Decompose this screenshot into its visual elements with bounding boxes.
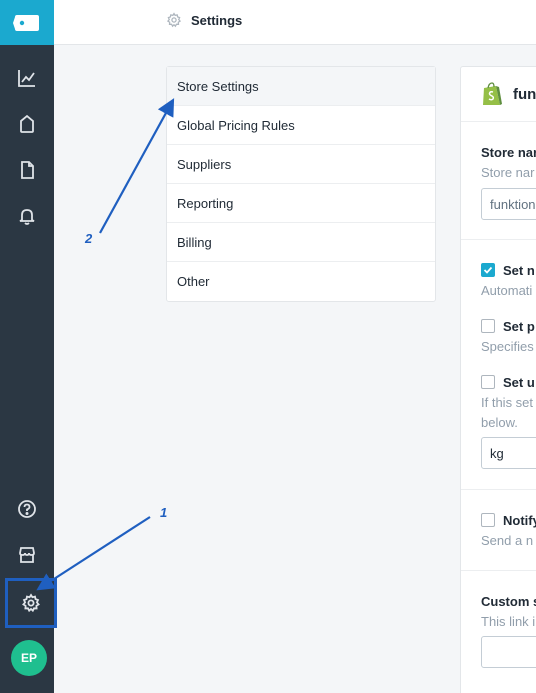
option-1-checkbox[interactable] bbox=[481, 263, 495, 277]
gear-icon bbox=[22, 593, 40, 613]
settings-menu: Store Settings Global Pricing Rules Supp… bbox=[166, 66, 436, 302]
annotation-number-2: 2 bbox=[85, 231, 93, 246]
nav-analytics[interactable] bbox=[0, 60, 54, 96]
bell-icon bbox=[19, 209, 35, 225]
store-name-label: Store nar bbox=[481, 145, 536, 160]
custom-label: Custom s bbox=[481, 594, 536, 609]
panel-header: fun bbox=[461, 67, 536, 122]
avatar[interactable]: EP bbox=[11, 640, 47, 676]
check-icon bbox=[483, 266, 493, 274]
custom-input[interactable] bbox=[481, 636, 536, 668]
menu-item-reporting[interactable]: Reporting bbox=[167, 184, 435, 223]
store-icon bbox=[19, 547, 35, 563]
nav-notifications[interactable] bbox=[0, 198, 54, 234]
option-3-help: If this set bbox=[481, 395, 534, 410]
option-3-label: Set u bbox=[503, 375, 535, 390]
analytics-chart-icon bbox=[18, 70, 35, 87]
menu-item-global-pricing-rules[interactable]: Global Pricing Rules bbox=[167, 106, 435, 145]
page-title: Settings bbox=[191, 13, 243, 28]
nav-store[interactable] bbox=[0, 537, 54, 573]
store-name-input[interactable]: funktion bbox=[481, 188, 536, 220]
tag-logo-icon bbox=[13, 14, 39, 31]
bag-icon bbox=[20, 114, 34, 133]
option-3-help-line2: below. bbox=[481, 415, 518, 430]
menu-item-other[interactable]: Other bbox=[167, 262, 435, 301]
nav-help[interactable] bbox=[0, 491, 54, 527]
store-name-help: Store nar bbox=[481, 165, 535, 180]
annotation-arrow-2 bbox=[99, 98, 175, 234]
divider bbox=[461, 570, 536, 571]
notify-checkbox[interactable] bbox=[481, 513, 495, 527]
app-logo[interactable] bbox=[0, 0, 54, 45]
option-3-checkbox[interactable] bbox=[481, 375, 495, 389]
shopify-bag-icon bbox=[483, 82, 502, 105]
menu-item-billing[interactable]: Billing bbox=[167, 223, 435, 262]
custom-help: This link i bbox=[481, 614, 536, 629]
panel-title: fun bbox=[513, 86, 536, 103]
gear-icon bbox=[166, 12, 182, 28]
document-icon bbox=[21, 161, 34, 179]
left-rail: EP bbox=[0, 0, 57, 693]
nav-products[interactable] bbox=[0, 106, 54, 142]
nav-settings[interactable] bbox=[5, 578, 57, 628]
menu-item-store-settings[interactable]: Store Settings bbox=[167, 67, 435, 106]
notify-help: Send a n bbox=[481, 533, 534, 548]
divider bbox=[461, 239, 536, 240]
store-settings-panel: fun Store nar Store nar funktion Set n A… bbox=[460, 66, 536, 693]
nav-orders[interactable] bbox=[0, 152, 54, 188]
option-2-checkbox[interactable] bbox=[481, 319, 495, 333]
help-icon bbox=[18, 500, 36, 518]
option-2-label: Set p bbox=[503, 319, 535, 334]
top-bar: Settings bbox=[54, 0, 536, 45]
divider bbox=[461, 489, 536, 490]
option-2-help: Specifies bbox=[481, 339, 534, 354]
notify-label: Notify bbox=[503, 513, 536, 528]
weight-unit-select[interactable]: kg bbox=[481, 437, 536, 469]
annotation-number-1: 1 bbox=[160, 505, 168, 520]
menu-item-suppliers[interactable]: Suppliers bbox=[167, 145, 435, 184]
option-1-label: Set n bbox=[503, 263, 535, 278]
option-1-help: Automati bbox=[481, 283, 533, 298]
